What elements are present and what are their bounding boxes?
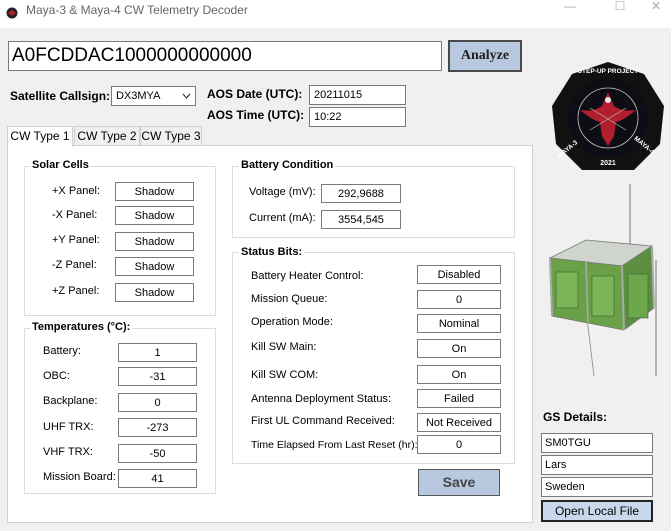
chevron-down-icon xyxy=(182,87,191,111)
solar-value-px: Shadow xyxy=(115,182,194,201)
temp-label-battery: Battery: xyxy=(43,345,81,357)
solar-label-mz: -Z Panel: xyxy=(52,259,97,271)
aos-date-label: AOS Date (UTC): xyxy=(207,87,303,101)
status-label-queue: Mission Queue: xyxy=(251,293,328,305)
status-label-heater: Battery Heater Control: xyxy=(251,270,364,282)
voltage-value: 292,9688 xyxy=(321,184,401,203)
solar-value-mz: Shadow xyxy=(115,257,194,276)
status-value-queue: 0 xyxy=(417,290,501,309)
status-bits-title: Status Bits: xyxy=(239,246,305,258)
status-label-kill-main: Kill SW Main: xyxy=(251,341,317,353)
solar-value-py: Shadow xyxy=(115,232,194,251)
callsign-label: Satellite Callsign: xyxy=(10,89,111,103)
solar-label-mx: -X Panel: xyxy=(52,209,98,221)
tab-cw-type-3[interactable]: CW Type 3 xyxy=(140,126,202,146)
project-logo: STEP-UP PROJECT MAYA-3 MAYA-4 2021 xyxy=(550,60,666,176)
temp-value-vhf: -50 xyxy=(118,444,197,463)
temp-value-obc: -31 xyxy=(118,367,197,386)
temp-label-vhf: VHF TRX: xyxy=(43,446,93,458)
temp-label-obc: OBC: xyxy=(43,370,70,382)
logo-top-text: STEP-UP PROJECT xyxy=(577,68,639,75)
status-value-kill-main: On xyxy=(417,339,501,358)
temp-value-uhf: -273 xyxy=(118,418,197,437)
solar-label-py: +Y Panel: xyxy=(52,234,100,246)
solar-value-pz: Shadow xyxy=(115,283,194,302)
aos-date-field[interactable]: 20211015 xyxy=(309,85,406,105)
tab-cw-type-2[interactable]: CW Type 2 xyxy=(74,126,140,146)
solar-cells-title: Solar Cells xyxy=(30,159,91,171)
save-button[interactable]: Save xyxy=(418,469,500,496)
minimize-button[interactable]: — xyxy=(556,0,584,14)
analyze-button[interactable]: Analyze xyxy=(448,40,522,72)
open-local-file-button[interactable]: Open Local File xyxy=(541,500,653,522)
temperatures-title: Temperatures (°C): xyxy=(30,321,133,333)
status-value-heater: Disabled xyxy=(417,265,501,284)
status-value-first-ul: Not Received xyxy=(417,413,501,432)
callsign-value: DX3MYA xyxy=(116,90,161,102)
gs-country-field[interactable]: Sweden xyxy=(541,477,653,497)
cubesat-image xyxy=(548,180,671,380)
solar-label-px: +X Panel: xyxy=(52,185,101,197)
status-value-opmode: Nominal xyxy=(417,314,501,333)
gs-name-field[interactable]: Lars xyxy=(541,455,653,475)
tab-cw-type-1[interactable]: CW Type 1 xyxy=(7,126,73,147)
solar-label-pz: +Z Panel: xyxy=(52,285,100,297)
temp-value-battery: 1 xyxy=(118,343,197,362)
status-value-elapsed: 0 xyxy=(417,435,501,454)
status-label-elapsed: Time Elapsed From Last Reset (hr): xyxy=(251,439,418,451)
temp-value-mission-board: 41 xyxy=(118,469,197,488)
window-title: Maya-3 & Maya-4 CW Telemetry Decoder xyxy=(26,3,248,17)
solar-value-mx: Shadow xyxy=(115,206,194,225)
temp-label-uhf: UHF TRX: xyxy=(43,421,94,433)
status-label-opmode: Operation Mode: xyxy=(251,316,333,328)
temp-value-backplane: 0 xyxy=(118,393,197,412)
status-label-kill-com: Kill SW COM: xyxy=(251,369,319,381)
logo-year: 2021 xyxy=(600,160,616,167)
gs-callsign-field[interactable]: SM0TGU xyxy=(541,433,653,453)
current-value: 3554,545 xyxy=(321,210,401,229)
maximize-button[interactable]: ☐ xyxy=(606,0,634,14)
gs-details-title: GS Details: xyxy=(543,410,608,424)
app-icon xyxy=(6,7,18,19)
close-button[interactable]: ✕ xyxy=(642,0,670,14)
current-label: Current (mA): xyxy=(249,212,316,224)
voltage-label: Voltage (mV): xyxy=(249,186,316,198)
status-value-antenna: Failed xyxy=(417,389,501,408)
status-value-kill-com: On xyxy=(417,365,501,384)
status-label-antenna: Antenna Deployment Status: xyxy=(251,393,392,405)
temp-label-mission-board: Mission Board: xyxy=(43,471,116,483)
battery-condition-title: Battery Condition xyxy=(239,159,336,171)
temp-label-backplane: Backplane: xyxy=(43,395,98,407)
status-label-first-ul: First UL Command Received: xyxy=(251,415,395,427)
aos-time-label: AOS Time (UTC): xyxy=(207,108,305,122)
aos-time-field[interactable]: 10:22 xyxy=(309,107,406,127)
hex-data-input[interactable]: A0FCDDAC1000000000000 xyxy=(8,41,442,71)
callsign-select[interactable]: DX3MYA xyxy=(111,86,196,106)
